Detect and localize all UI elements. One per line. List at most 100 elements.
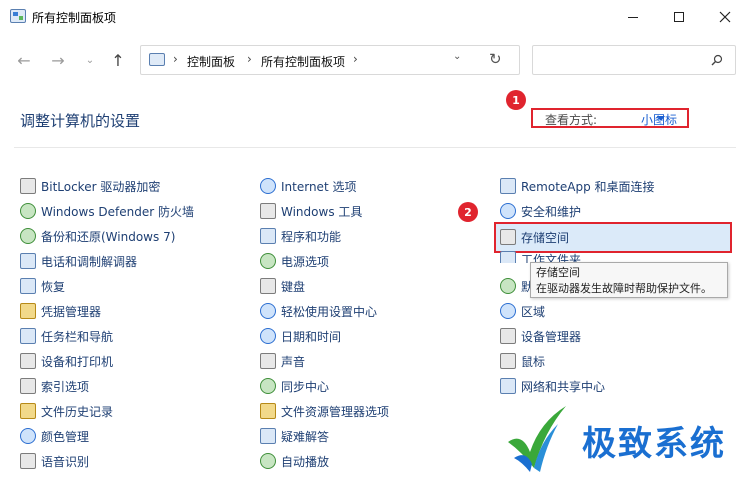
watermark: 极致系统 bbox=[490, 400, 750, 478]
speaker-icon bbox=[260, 353, 276, 369]
indexing-icon bbox=[20, 378, 36, 394]
taskbar-icon bbox=[20, 328, 36, 344]
navigation-bar: ← → ⌄ ↑ › 控制面板 › 所有控制面板项 › ⌄ ↻ bbox=[0, 40, 750, 80]
item-indexing[interactable]: 索引选项 bbox=[20, 376, 89, 396]
item-devices-printers[interactable]: 设备和打印机 bbox=[20, 351, 113, 371]
minimize-icon bbox=[628, 16, 638, 18]
item-programs-features[interactable]: 程序和功能 bbox=[260, 226, 341, 246]
bitlocker-icon bbox=[20, 178, 36, 194]
file-history-icon bbox=[20, 403, 36, 419]
item-recovery[interactable]: 恢复 bbox=[20, 276, 65, 296]
breadcrumb-separator[interactable]: › bbox=[353, 52, 358, 66]
item-credential-manager[interactable]: 凭据管理器 bbox=[20, 301, 101, 321]
firewall-icon bbox=[20, 203, 36, 219]
page-title: 调整计算机的设置 bbox=[20, 112, 141, 130]
tooltip-title: 存储空间 bbox=[536, 266, 580, 279]
control-panel-icon bbox=[149, 53, 165, 66]
item-sync-center[interactable]: 同步中心 bbox=[260, 376, 329, 396]
item-storage-spaces[interactable]: 存储空间 bbox=[500, 227, 569, 247]
phone-modem-icon bbox=[20, 253, 36, 269]
forward-button[interactable]: → bbox=[46, 48, 70, 72]
tools-icon bbox=[260, 203, 276, 219]
item-sound[interactable]: 声音 bbox=[260, 351, 305, 371]
color-management-icon bbox=[20, 428, 36, 444]
item-date-time[interactable]: 日期和时间 bbox=[260, 326, 341, 346]
minimize-button[interactable] bbox=[610, 0, 656, 34]
storage-icon bbox=[500, 229, 516, 245]
view-mode-label: 查看方式: bbox=[545, 113, 598, 127]
credential-icon bbox=[20, 303, 36, 319]
watermark-logo-icon bbox=[508, 406, 566, 472]
title-bar: 所有控制面板项 bbox=[0, 0, 750, 34]
sync-icon bbox=[260, 378, 276, 394]
item-network-sharing[interactable]: 网络和共享中心 bbox=[500, 376, 605, 396]
back-button[interactable]: ← bbox=[12, 48, 36, 72]
default-programs-icon bbox=[500, 278, 516, 294]
item-ease-of-access[interactable]: 轻松使用设置中心 bbox=[260, 301, 377, 321]
breadcrumb-separator[interactable]: › bbox=[247, 52, 252, 66]
folder-options-icon bbox=[260, 403, 276, 419]
network-icon bbox=[500, 378, 516, 394]
storage-spaces-tooltip: 存储空间 在驱动器发生故障时帮助保护文件。 bbox=[530, 262, 728, 298]
control-panel-icon bbox=[10, 9, 26, 23]
refresh-button[interactable]: ↻ bbox=[489, 50, 502, 68]
accessibility-icon bbox=[260, 303, 276, 319]
work-folders-icon bbox=[500, 251, 516, 263]
region-icon bbox=[500, 303, 516, 319]
autoplay-icon bbox=[260, 453, 276, 469]
tooltip-description: 在驱动器发生故障时帮助保护文件。 bbox=[536, 282, 712, 295]
breadcrumb-all-items[interactable]: 所有控制面板项 bbox=[261, 53, 345, 70]
breadcrumb-separator[interactable]: › bbox=[173, 52, 178, 66]
window-title: 所有控制面板项 bbox=[32, 11, 117, 25]
clock-icon bbox=[260, 328, 276, 344]
item-mouse[interactable]: 鼠标 bbox=[500, 351, 545, 371]
item-windows-tools[interactable]: Windows 工具 bbox=[260, 201, 362, 221]
item-autoplay[interactable]: 自动播放 bbox=[260, 451, 329, 471]
item-security-maintenance[interactable]: 安全和维护 bbox=[500, 201, 581, 221]
item-power-options[interactable]: 电源选项 bbox=[260, 251, 329, 271]
backup-icon bbox=[20, 228, 36, 244]
close-icon bbox=[719, 11, 731, 23]
recent-locations-button[interactable]: ⌄ bbox=[78, 48, 102, 72]
chevron-down-icon[interactable] bbox=[657, 116, 665, 121]
programs-icon bbox=[260, 228, 276, 244]
watermark-text: 极致系统 bbox=[582, 424, 726, 464]
item-device-manager[interactable]: 设备管理器 bbox=[500, 326, 581, 346]
internet-icon bbox=[260, 178, 276, 194]
remote-desktop-icon bbox=[500, 178, 516, 194]
up-button[interactable]: ↑ bbox=[106, 48, 130, 72]
close-button[interactable] bbox=[702, 0, 748, 34]
maximize-icon bbox=[674, 12, 684, 22]
address-dropdown-button[interactable]: ⌄ bbox=[453, 51, 461, 62]
microphone-icon bbox=[20, 453, 36, 469]
breadcrumb-control-panel[interactable]: 控制面板 bbox=[187, 53, 235, 70]
search-box[interactable] bbox=[532, 45, 736, 75]
item-taskbar[interactable]: 任务栏和导航 bbox=[20, 326, 113, 346]
printer-icon bbox=[20, 353, 36, 369]
flag-icon bbox=[500, 203, 516, 219]
item-region[interactable]: 区域 bbox=[500, 301, 545, 321]
address-bar[interactable]: › 控制面板 › 所有控制面板项 › ⌄ ↻ bbox=[140, 45, 520, 75]
item-firewall[interactable]: Windows Defender 防火墙 bbox=[20, 201, 194, 221]
item-backup[interactable]: 备份和还原(Windows 7) bbox=[20, 226, 175, 246]
item-color-management[interactable]: 颜色管理 bbox=[20, 426, 89, 446]
troubleshoot-icon bbox=[260, 428, 276, 444]
item-speech-recognition[interactable]: 语音识别 bbox=[20, 451, 89, 471]
keyboard-icon bbox=[260, 278, 276, 294]
item-default-programs[interactable]: 默认程序 bbox=[500, 276, 530, 296]
item-file-history[interactable]: 文件历史记录 bbox=[20, 401, 113, 421]
device-manager-icon bbox=[500, 328, 516, 344]
item-remoteapp[interactable]: RemoteApp 和桌面连接 bbox=[500, 176, 655, 196]
item-keyboard[interactable]: 键盘 bbox=[260, 276, 305, 296]
power-icon bbox=[260, 253, 276, 269]
item-explorer-options[interactable]: 文件资源管理器选项 bbox=[260, 401, 389, 421]
recovery-icon bbox=[20, 278, 36, 294]
step-marker-2: 2 bbox=[458, 202, 478, 222]
item-internet-options[interactable]: Internet 选项 bbox=[260, 176, 356, 196]
step-marker-1: 1 bbox=[506, 90, 526, 110]
maximize-button[interactable] bbox=[656, 0, 702, 34]
item-phone-modem[interactable]: 电话和调制解调器 bbox=[20, 251, 137, 271]
item-troubleshooting[interactable]: 疑难解答 bbox=[260, 426, 329, 446]
item-bitlocker[interactable]: BitLocker 驱动器加密 bbox=[20, 176, 160, 196]
view-mode-selector[interactable]: 查看方式: 小图标 bbox=[531, 108, 689, 128]
